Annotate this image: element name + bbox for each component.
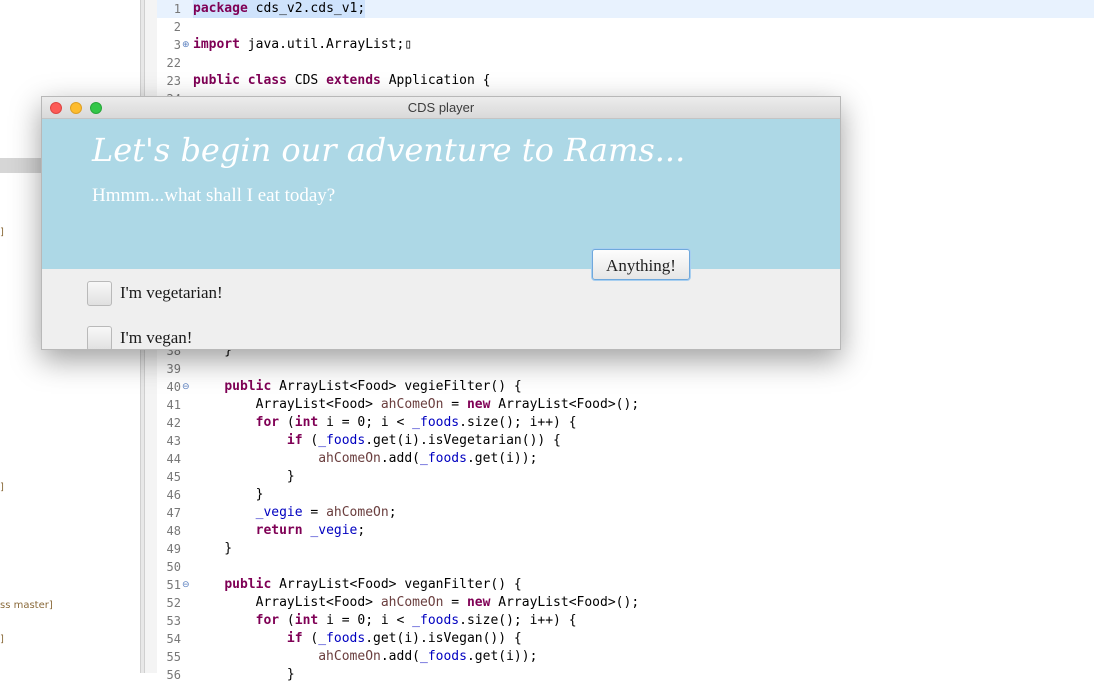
line-number: 49 bbox=[166, 542, 181, 556]
code-text[interactable]: package cds_v2.cds_v1; bbox=[193, 0, 366, 18]
code-line[interactable]: 43 if (_foods.get(i).isVegetarian()) { bbox=[157, 432, 1094, 450]
code-line[interactable]: 39 bbox=[157, 360, 1094, 378]
code-text[interactable]: public ArrayList<Food> vegieFilter() { bbox=[193, 378, 521, 396]
line-number: 22 bbox=[166, 56, 181, 70]
code-text[interactable]: ArrayList<Food> ahComeOn = new ArrayList… bbox=[193, 396, 640, 414]
line-number: 43 bbox=[166, 434, 181, 448]
code-text[interactable]: } bbox=[193, 540, 232, 558]
code-line[interactable]: 56 } bbox=[157, 666, 1094, 684]
code-text[interactable]: } bbox=[193, 666, 295, 684]
anything-button[interactable]: Anything! bbox=[592, 249, 690, 280]
code-text[interactable]: ArrayList<Food> ahComeOn = new ArrayList… bbox=[193, 594, 640, 612]
vegetarian-label[interactable]: I'm vegetarian! bbox=[120, 283, 223, 303]
code-line[interactable]: 49 } bbox=[157, 540, 1094, 558]
header-banner: Let's begin our adventure to Rams... Hmm… bbox=[42, 119, 840, 269]
code-text[interactable]: return _vegie; bbox=[193, 522, 366, 540]
code-line[interactable]: 23 public class CDS extends Application … bbox=[157, 72, 1094, 90]
vegetarian-checkbox[interactable] bbox=[87, 281, 112, 306]
line-number: 52 bbox=[166, 596, 181, 610]
line-number: 51 bbox=[166, 578, 181, 592]
code-line[interactable]: 46 } bbox=[157, 486, 1094, 504]
code-text[interactable]: public class CDS extends Application { bbox=[193, 72, 490, 90]
code-line[interactable]: 47 _vegie = ahComeOn; bbox=[157, 504, 1094, 522]
code-line[interactable]: 55 ahComeOn.add(_foods.get(i)); bbox=[157, 648, 1094, 666]
tree-fragment-git[interactable]: ss master] bbox=[0, 600, 53, 611]
line-number: 54 bbox=[166, 632, 181, 646]
code-line[interactable]: 51 ⊖ public ArrayList<Food> veganFilter(… bbox=[157, 576, 1094, 594]
code-line[interactable]: 45 } bbox=[157, 468, 1094, 486]
subheading: Hmmm...what shall I eat today? bbox=[92, 185, 336, 206]
line-number: 39 bbox=[166, 362, 181, 376]
headline: Let's begin our adventure to Rams... bbox=[92, 131, 686, 169]
fold-expand-icon[interactable]: ⊕ bbox=[182, 36, 190, 54]
tree-fragment[interactable]: ] bbox=[0, 482, 4, 493]
line-number: 44 bbox=[166, 452, 181, 466]
fold-collapse-icon[interactable]: ⊖ bbox=[182, 378, 190, 396]
fold-collapse-icon[interactable]: ⊖ bbox=[182, 576, 190, 594]
line-number: 50 bbox=[166, 560, 181, 574]
code-line[interactable]: 40 ⊖ public ArrayList<Food> vegieFilter(… bbox=[157, 378, 1094, 396]
vegan-label[interactable]: I'm vegan! bbox=[120, 328, 192, 348]
code-line[interactable]: 44 ahComeOn.add(_foods.get(i)); bbox=[157, 450, 1094, 468]
line-number: 53 bbox=[166, 614, 181, 628]
code-line[interactable]: 22 bbox=[157, 54, 1094, 72]
line-number: 42 bbox=[166, 416, 181, 430]
code-line[interactable]: 3 ⊕ import java.util.ArrayList;▯ bbox=[157, 36, 1094, 54]
line-number: 46 bbox=[166, 488, 181, 502]
window-titlebar[interactable]: CDS player bbox=[42, 97, 840, 119]
tree-fragment[interactable]: ] bbox=[0, 634, 4, 645]
code-text[interactable]: } bbox=[193, 486, 264, 504]
code-line[interactable]: 54 if (_foods.get(i).isVegan()) { bbox=[157, 630, 1094, 648]
line-number: 41 bbox=[166, 398, 181, 412]
line-number: 55 bbox=[166, 650, 181, 664]
line-number: 1 bbox=[173, 2, 181, 16]
line-number: 47 bbox=[166, 506, 181, 520]
code-text[interactable]: ahComeOn.add(_foods.get(i)); bbox=[193, 450, 537, 468]
code-text[interactable]: ahComeOn.add(_foods.get(i)); bbox=[193, 648, 537, 666]
code-line[interactable]: 53 for (int i = 0; i < _foods.size(); i+… bbox=[157, 612, 1094, 630]
code-text[interactable]: if (_foods.get(i).isVegan()) { bbox=[193, 630, 522, 648]
code-text[interactable]: public ArrayList<Food> veganFilter() { bbox=[193, 576, 521, 594]
code-line[interactable]: 50 bbox=[157, 558, 1094, 576]
vegan-checkbox[interactable] bbox=[87, 326, 112, 349]
code-text[interactable]: } bbox=[193, 468, 295, 486]
code-line[interactable]: 41 ArrayList<Food> ahComeOn = new ArrayL… bbox=[157, 396, 1094, 414]
tree-fragment[interactable]: ] bbox=[0, 227, 4, 238]
line-number: 3 bbox=[173, 38, 181, 52]
code-text[interactable]: for (int i = 0; i < _foods.size(); i++) … bbox=[193, 414, 577, 432]
code-line[interactable]: 48 return _vegie; bbox=[157, 522, 1094, 540]
line-number: 40 bbox=[166, 380, 181, 394]
code-line[interactable]: 42 for (int i = 0; i < _foods.size(); i+… bbox=[157, 414, 1094, 432]
cds-player-window: CDS player Let's begin our adventure to … bbox=[41, 96, 841, 350]
line-number: 2 bbox=[173, 20, 181, 34]
code-text[interactable]: import java.util.ArrayList;▯ bbox=[193, 36, 412, 54]
code-text[interactable]: if (_foods.get(i).isVegetarian()) { bbox=[193, 432, 561, 450]
line-number: 48 bbox=[166, 524, 181, 538]
code-text[interactable]: for (int i = 0; i < _foods.size(); i++) … bbox=[193, 612, 577, 630]
window-title: CDS player bbox=[407, 100, 475, 115]
line-number: 45 bbox=[166, 470, 181, 484]
line-number: 23 bbox=[166, 74, 181, 88]
code-line[interactable]: 1 package cds_v2.cds_v1; bbox=[157, 0, 1094, 18]
code-text[interactable]: _vegie = ahComeOn; bbox=[193, 504, 397, 522]
line-number: 56 bbox=[166, 668, 181, 682]
code-line[interactable]: 2 bbox=[157, 18, 1094, 36]
code-line[interactable]: 52 ArrayList<Food> ahComeOn = new ArrayL… bbox=[157, 594, 1094, 612]
